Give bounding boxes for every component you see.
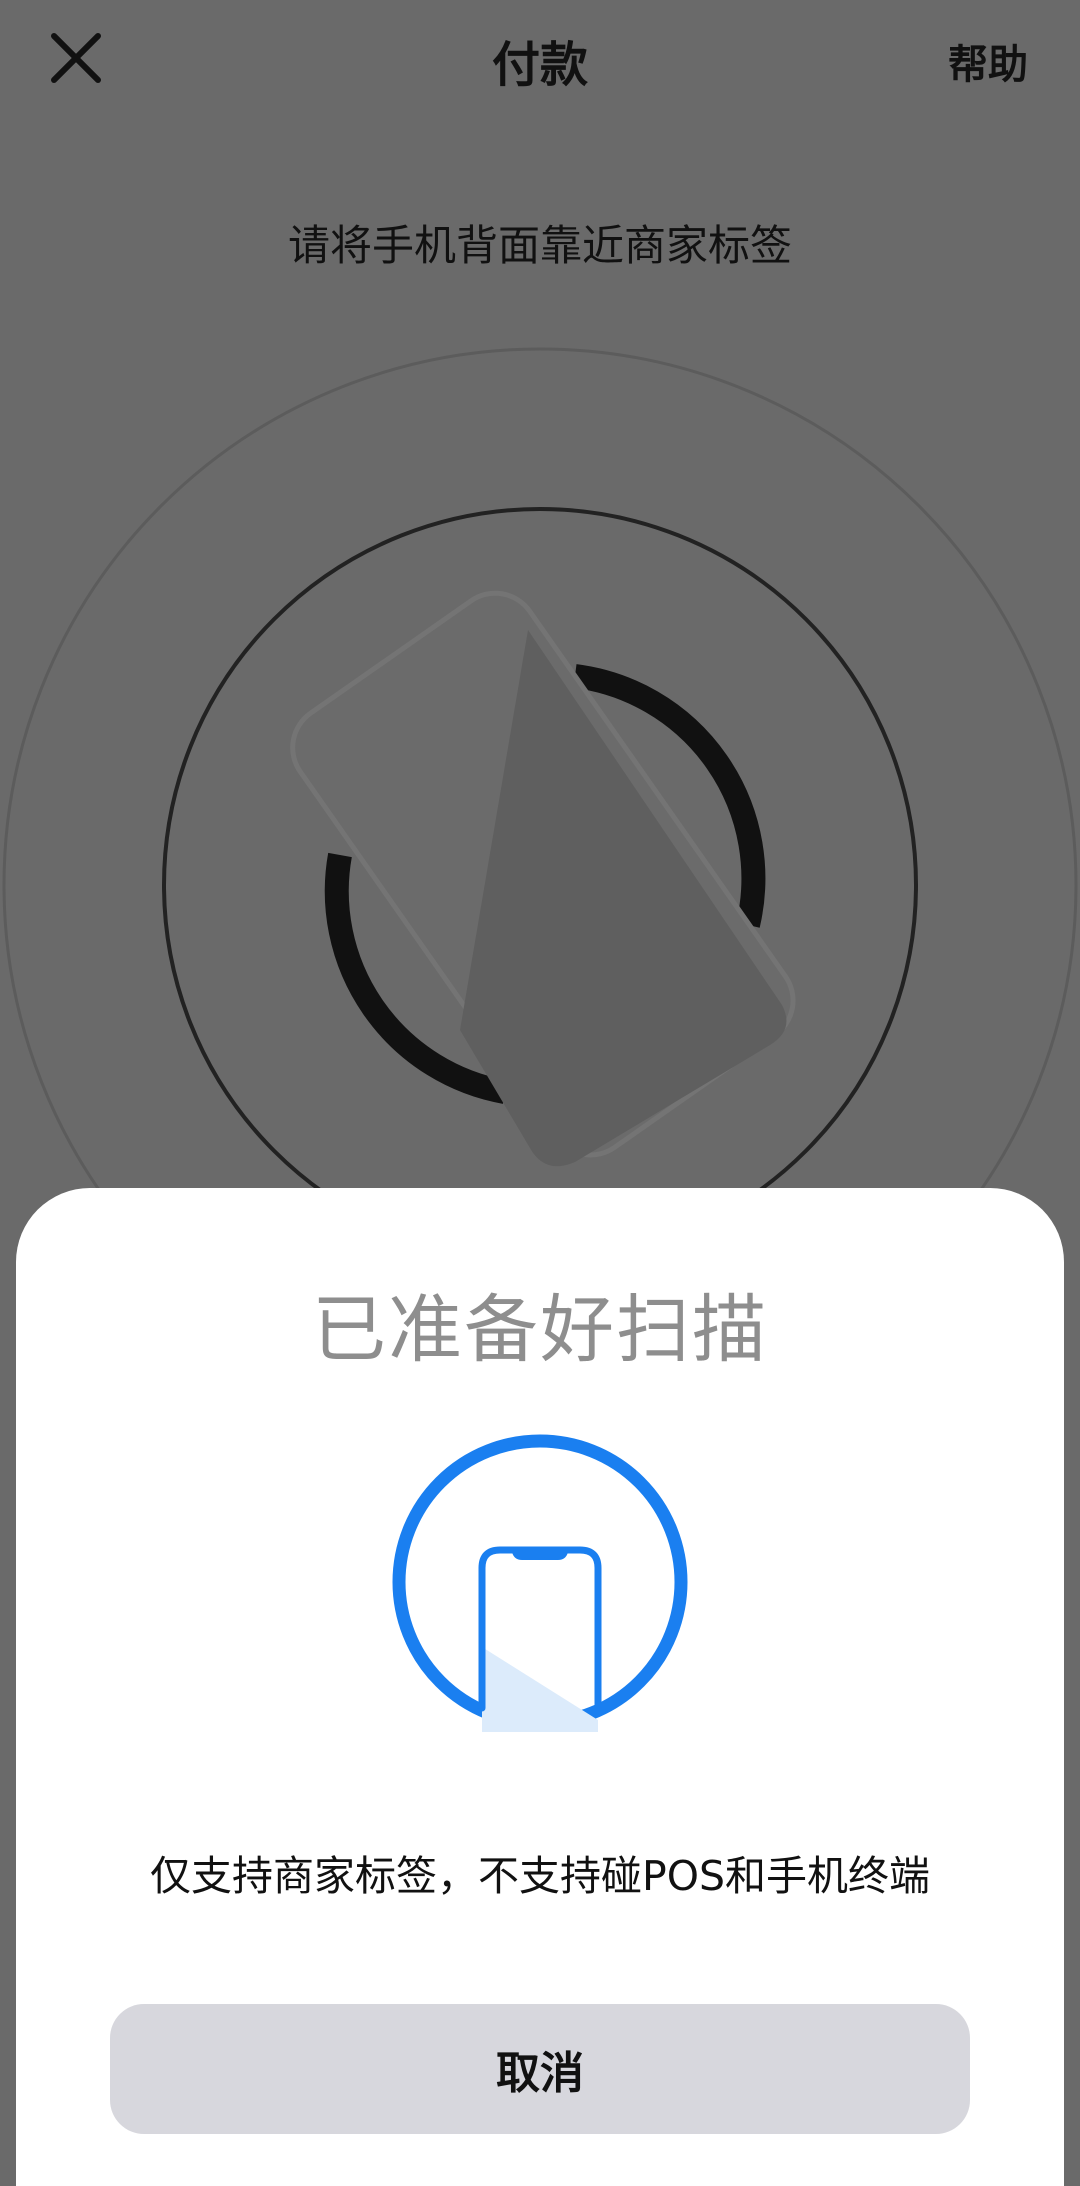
tap-instruction-text: 请将手机背面靠近商家标签 (287, 221, 792, 270)
cancel-button[interactable]: 取消 (110, 2004, 970, 2134)
page-title: 付款 (491, 37, 588, 93)
phone-nfc-icon (392, 1434, 688, 1732)
sheet-title: 已准备好扫描 (312, 1287, 768, 1373)
nfc-bottom-sheet: 已准备好扫描 仅支持商家标签，不支持碰POS和手机终端 取消 (16, 1188, 1064, 2186)
compatibility-notice: 仅支持商家标签，不支持碰POS和手机终端 (149, 1852, 931, 1900)
cancel-button-label: 取消 (496, 2048, 584, 2099)
help-button[interactable]: 帮助 (948, 32, 1028, 90)
nfc-tap-illustration (2, 347, 1078, 1230)
nfc-payment-screen: 付款 帮助 请将手机背面靠近商家标签 已准备好扫描 仅支持商家标签，不支持碰PO… (0, 0, 1080, 2186)
